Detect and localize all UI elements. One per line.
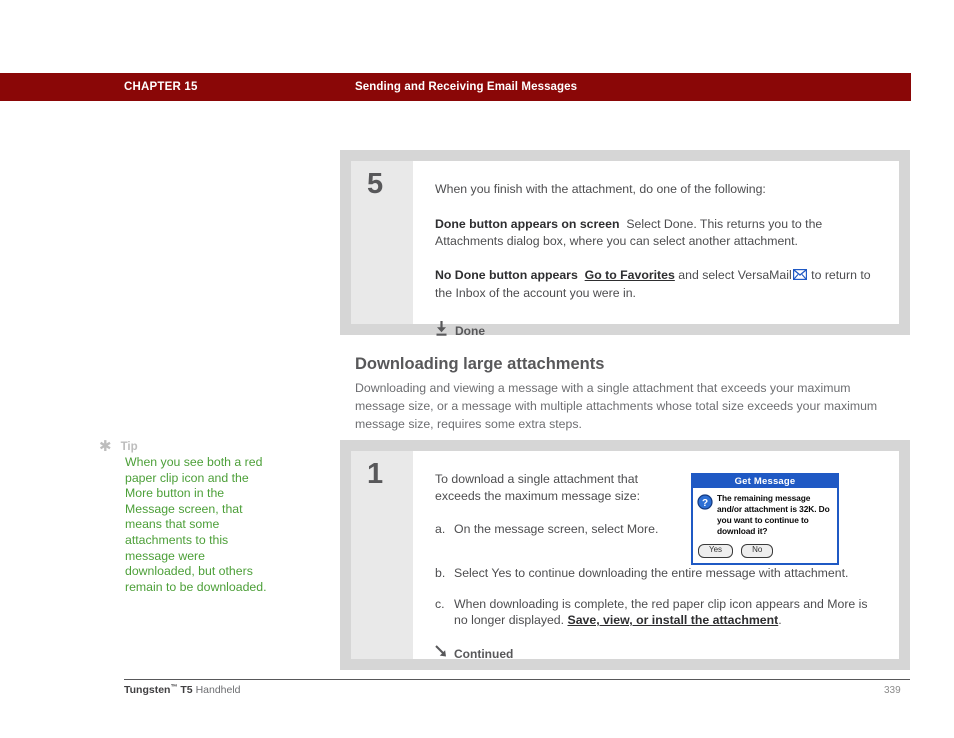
step5-option-1-label: Done button appears on screen (435, 216, 620, 231)
go-to-favorites-link[interactable]: Go to Favorites (585, 268, 675, 282)
list-marker: a. (435, 522, 446, 537)
svg-text:?: ? (702, 498, 708, 509)
step-number-column: 5 (351, 161, 413, 324)
continued-label: Continued (454, 646, 514, 661)
page-number: 339 (884, 685, 901, 696)
asterisk-icon: ✱ (99, 438, 112, 455)
step-number: 1 (367, 458, 384, 490)
tip-sidebar: ✱ Tip When you see both a red paper clip… (99, 438, 274, 595)
list-marker: c. (435, 596, 445, 611)
question-mark-icon: ? (697, 494, 713, 510)
list-item: b. Select Yes to continue downloading th… (435, 565, 881, 582)
footer-product-brand: Tungsten (124, 684, 171, 696)
done-reference-row: Done (435, 320, 881, 341)
get-message-dialog: Get Message ? The remaining message and/… (691, 473, 839, 565)
continued-row: Continued (435, 645, 881, 663)
dialog-no-button[interactable]: No (741, 544, 774, 558)
footer-divider (124, 679, 910, 680)
step5-option-2: No Done button appears Go to Favorites a… (435, 267, 881, 303)
step1-top-row: To download a single attachment that exc… (435, 471, 881, 565)
step-number: 5 (367, 168, 384, 200)
footer-product-type: Handheld (195, 684, 241, 696)
dialog-title: Get Message (693, 475, 837, 488)
step-body: When you finish with the attachment, do … (413, 161, 899, 338)
step-box-5: 5 When you finish with the attachment, d… (340, 150, 910, 338)
chapter-title: Sending and Receiving Email Messages (355, 81, 578, 93)
step-body: To download a single attachment that exc… (413, 451, 899, 661)
arrow-down-right-icon (435, 645, 447, 663)
footer-product: Tungsten™ T5 Handheld (124, 684, 241, 696)
tip-text: When you see both a red paper clip icon … (125, 455, 267, 594)
step1-intro: To download a single attachment that exc… (435, 472, 641, 503)
list-marker: b. (435, 566, 446, 580)
done-label: Done (455, 323, 485, 338)
step1-left-column: To download a single attachment that exc… (435, 471, 675, 565)
step5-intro: When you finish with the attachment, do … (435, 182, 766, 196)
tip-label: Tip (120, 441, 138, 453)
section-heading: Downloading large attachments (355, 355, 605, 373)
dialog-button-row: Yes No (698, 544, 774, 558)
list-item-text-after: . (778, 613, 782, 628)
save-view-install-attachment-link[interactable]: Save, view, or install the attachment (568, 613, 779, 627)
footer-product-model: T5 (177, 684, 196, 696)
step5-option-2-label: No Done button appears (435, 268, 578, 283)
list-item-text: On the message screen, select More. (454, 522, 659, 537)
list-item: a. On the message screen, select More. (435, 521, 675, 538)
list-item-text: Select Yes to continue downloading the e… (454, 566, 849, 580)
step5-option-2-text-a: and select VersaMail (678, 268, 792, 283)
list-item: c. When downloading is complete, the red… (435, 596, 881, 629)
dialog-message: The remaining message and/or attachment … (717, 493, 830, 537)
tip-header: ✱ Tip (99, 438, 274, 455)
step-box-inner: 5 When you finish with the attachment, d… (351, 161, 899, 338)
step-number-column: 1 (351, 451, 413, 659)
dialog-yes-button[interactable]: Yes (698, 544, 734, 558)
download-arrow-icon (435, 320, 448, 341)
chapter-label: CHAPTER 15 (124, 81, 198, 93)
list-item-text: When downloading is complete, the red pa… (454, 596, 881, 629)
step-box-1: 1 To download a single attachment that e… (340, 440, 910, 670)
dialog-body: ? The remaining message and/or attachmen… (693, 488, 837, 537)
step-box-inner: 1 To download a single attachment that e… (351, 451, 899, 661)
section-paragraph: Downloading and viewing a message with a… (355, 381, 878, 431)
step5-option-1: Done button appears on screen Select Don… (435, 216, 881, 252)
versamail-envelope-icon (792, 268, 807, 281)
